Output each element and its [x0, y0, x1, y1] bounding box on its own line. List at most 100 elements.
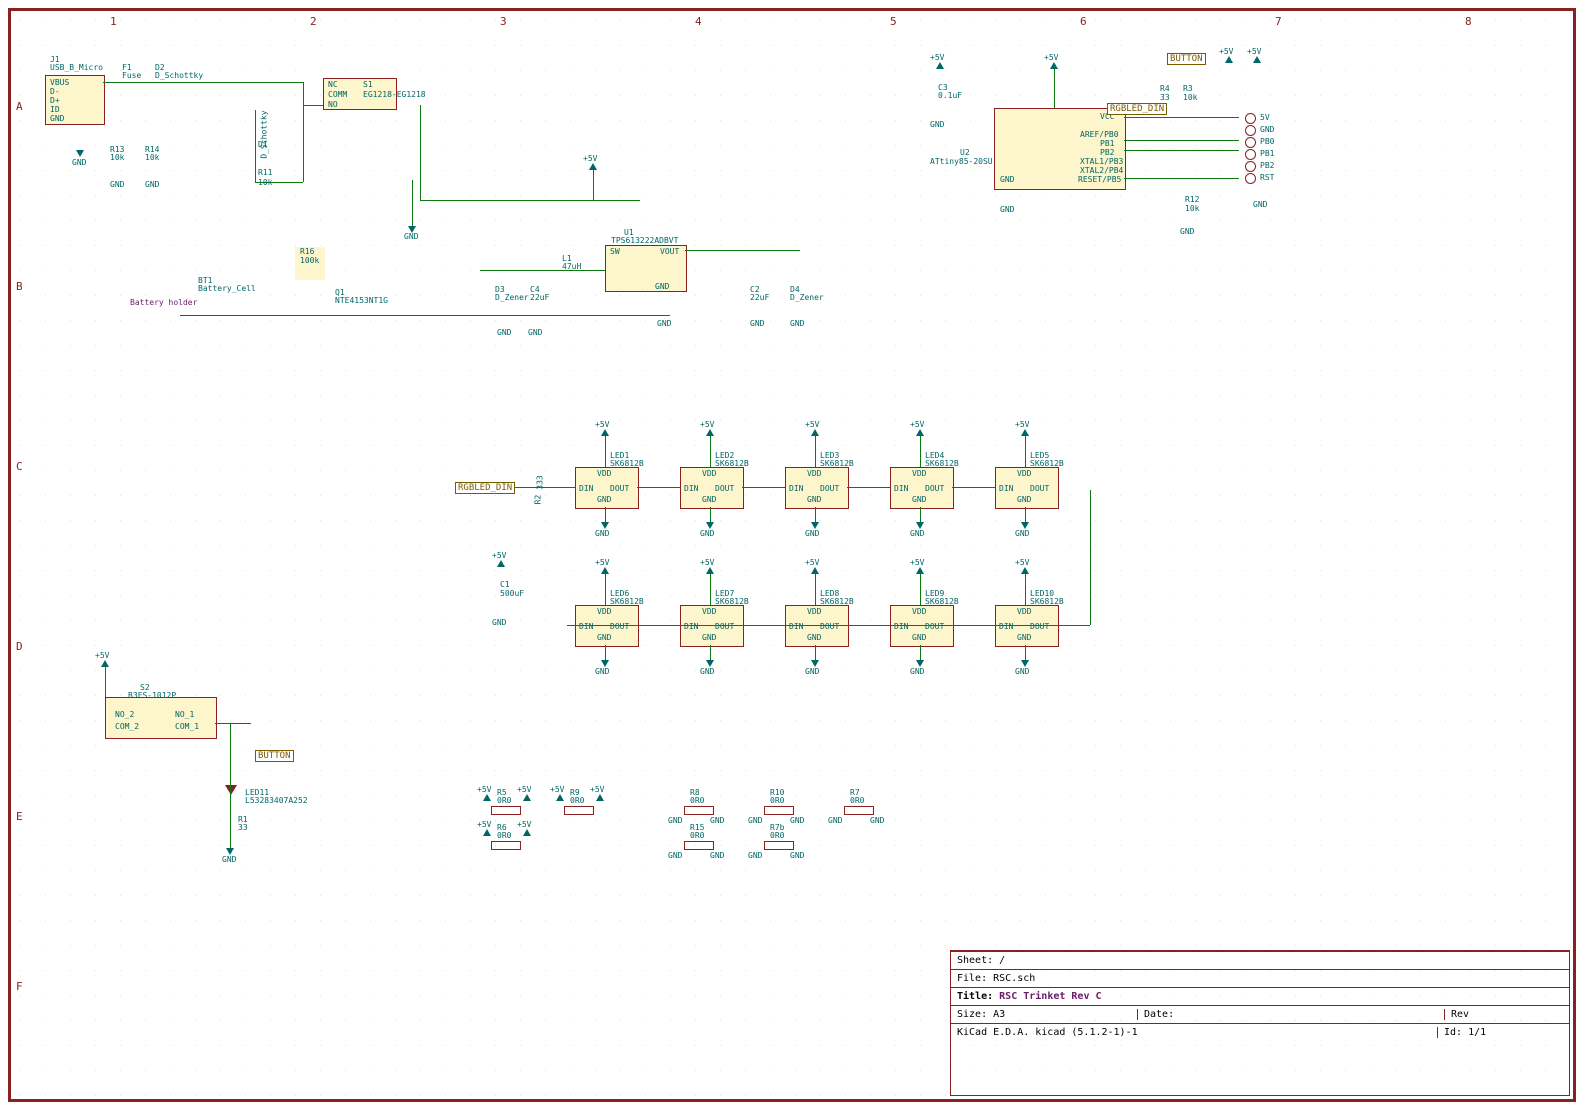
- r2-ref: R2: [533, 495, 542, 505]
- led-lbl-LED2: DOUT: [715, 484, 734, 493]
- wire-led11: [230, 763, 231, 848]
- c1-ref: C1: [500, 580, 510, 589]
- s2-c1: COM_1: [175, 722, 199, 731]
- led-lbl-LED3: DOUT: [820, 484, 839, 493]
- wire-r2: [515, 487, 575, 488]
- led-lbl-LED6: SK6812B: [610, 597, 644, 606]
- pwr-ar-s2: [101, 660, 109, 667]
- led-lbl-LED8: SK6812B: [820, 597, 854, 606]
- led-lbl-LED9: SK6812B: [925, 597, 959, 606]
- tb-file: File: RSC.sch: [951, 969, 1569, 987]
- led-lbl-LED2: +5V: [700, 420, 714, 429]
- schematic-frame: [8, 8, 1576, 1102]
- gnd-ar-LED8: [811, 660, 819, 667]
- led-lbl-LED8: GND: [805, 667, 819, 676]
- gnd-r14: GND: [145, 180, 159, 189]
- r0-val-R8: 0R0: [690, 796, 704, 805]
- gnd-c4: GND: [528, 328, 542, 337]
- r0-box-R9: [564, 806, 594, 815]
- led-lbl-LED5: +5V: [1015, 420, 1029, 429]
- wire-s2-out: [215, 723, 251, 724]
- wire-power-mid: [420, 200, 640, 201]
- j1-pin-vbus: VBUS: [50, 78, 69, 87]
- led-lbl-LED1: SK6812B: [610, 459, 644, 468]
- tb-sheet: Sheet: /: [951, 951, 1569, 969]
- pwr-ar-LED6: [601, 567, 609, 574]
- u1-vout: VOUT: [660, 247, 679, 256]
- hdr-pb0: PB0: [1260, 137, 1274, 146]
- wire-vcc-u2: [1054, 69, 1055, 108]
- q1-name: NTE4153NT1G: [335, 296, 388, 305]
- r12-val: 10k: [1185, 204, 1199, 213]
- ruler-top-2: 2: [310, 15, 317, 28]
- ruler-side-B: B: [16, 280, 23, 293]
- gnd-c2: GND: [750, 319, 764, 328]
- led-lbl-LED3: VDD: [807, 469, 821, 478]
- u2-pb2: PB2: [1100, 148, 1114, 157]
- hdr-pad-rst: [1245, 173, 1256, 184]
- r0-val-R7: 0R0: [850, 796, 864, 805]
- led-lbl-LED2: GND: [700, 529, 714, 538]
- gnd-u1: GND: [657, 319, 671, 328]
- gnd-q1-wire: [412, 180, 413, 230]
- r16-val: 100k: [300, 256, 319, 265]
- led11-icon: [225, 785, 237, 795]
- gnd-ar-LED9: [916, 660, 924, 667]
- ruler-side-E: E: [16, 810, 23, 823]
- c3-val: 0.1uF: [938, 91, 962, 100]
- pwr-ar-u2: [1050, 62, 1058, 69]
- led-lbl-LED7: VDD: [702, 607, 716, 616]
- c1-pwr: +5V: [492, 551, 506, 560]
- gnd-j1: GND: [72, 158, 86, 167]
- led-lbl-LED7: GND: [702, 633, 716, 642]
- wire-s1-down: [303, 82, 304, 182]
- u2-rst: RESET/PB5: [1078, 175, 1121, 184]
- led-lbl-LED9: GND: [912, 633, 926, 642]
- u2-x1: XTAL1/PB3: [1080, 157, 1123, 166]
- wire-l1: [480, 270, 605, 271]
- led-lbl-LED1: GND: [595, 529, 609, 538]
- pwr-ar-LED4: [916, 429, 924, 436]
- led-lbl-LED6: DIN: [579, 622, 593, 631]
- led-lbl-LED7: GND: [700, 667, 714, 676]
- r11-val: 10k: [258, 178, 272, 187]
- pwr-ar-LED7: [706, 567, 714, 574]
- gnd-ar-LED1: [601, 522, 609, 529]
- r3-val: 10k: [1183, 93, 1197, 102]
- led-lbl-LED8: DIN: [789, 622, 803, 631]
- net-btn-u2: BUTTON: [1167, 53, 1206, 65]
- pwr-ar-LED9: [916, 567, 924, 574]
- led-lbl-LED5: DOUT: [1030, 484, 1049, 493]
- gnd-ar-LED3: [811, 522, 819, 529]
- r0-box-R7: [844, 806, 874, 815]
- s2-name: B3FS-1012P: [128, 691, 176, 700]
- wire-vbus-out: [103, 82, 303, 83]
- hdr-pad-pb1: [1245, 149, 1256, 160]
- hdr-pb1: PB1: [1260, 149, 1274, 158]
- ruler-top-3: 3: [500, 15, 507, 28]
- led-lbl-LED1: DIN: [579, 484, 593, 493]
- r0-box-R10: [764, 806, 794, 815]
- s2-c2: COM_2: [115, 722, 139, 731]
- ruler-side-F: F: [16, 980, 23, 993]
- d4-name: D_Zener: [790, 293, 824, 302]
- hdr-pad-pb2: [1245, 161, 1256, 172]
- hdr-pad-5v: [1245, 113, 1256, 124]
- pwr-hdr-1: +5V: [1219, 47, 1233, 56]
- hdr-rst: RST: [1260, 173, 1274, 182]
- s1-p-no: NO: [328, 100, 338, 109]
- led-lbl-LED6: GND: [597, 633, 611, 642]
- label-j1-name: USB_B_Micro: [50, 63, 103, 72]
- battery-note: Battery holder: [130, 298, 197, 307]
- led-lbl-LED10: DIN: [999, 622, 1013, 631]
- led-lbl-LED8: DOUT: [820, 622, 839, 631]
- pwr-v5-s2: +5V: [95, 651, 109, 660]
- gnd-ar-LED4: [916, 522, 924, 529]
- u2-ref: U2: [960, 148, 970, 157]
- pwr-ar-LED8: [811, 567, 819, 574]
- wire-q1-to-l1: [180, 315, 670, 316]
- led-lbl-LED4: GND: [912, 495, 926, 504]
- d1-ref: D1: [258, 140, 268, 149]
- led-lbl-LED9: DIN: [894, 622, 908, 631]
- tb-date: Date:: [1138, 1009, 1445, 1020]
